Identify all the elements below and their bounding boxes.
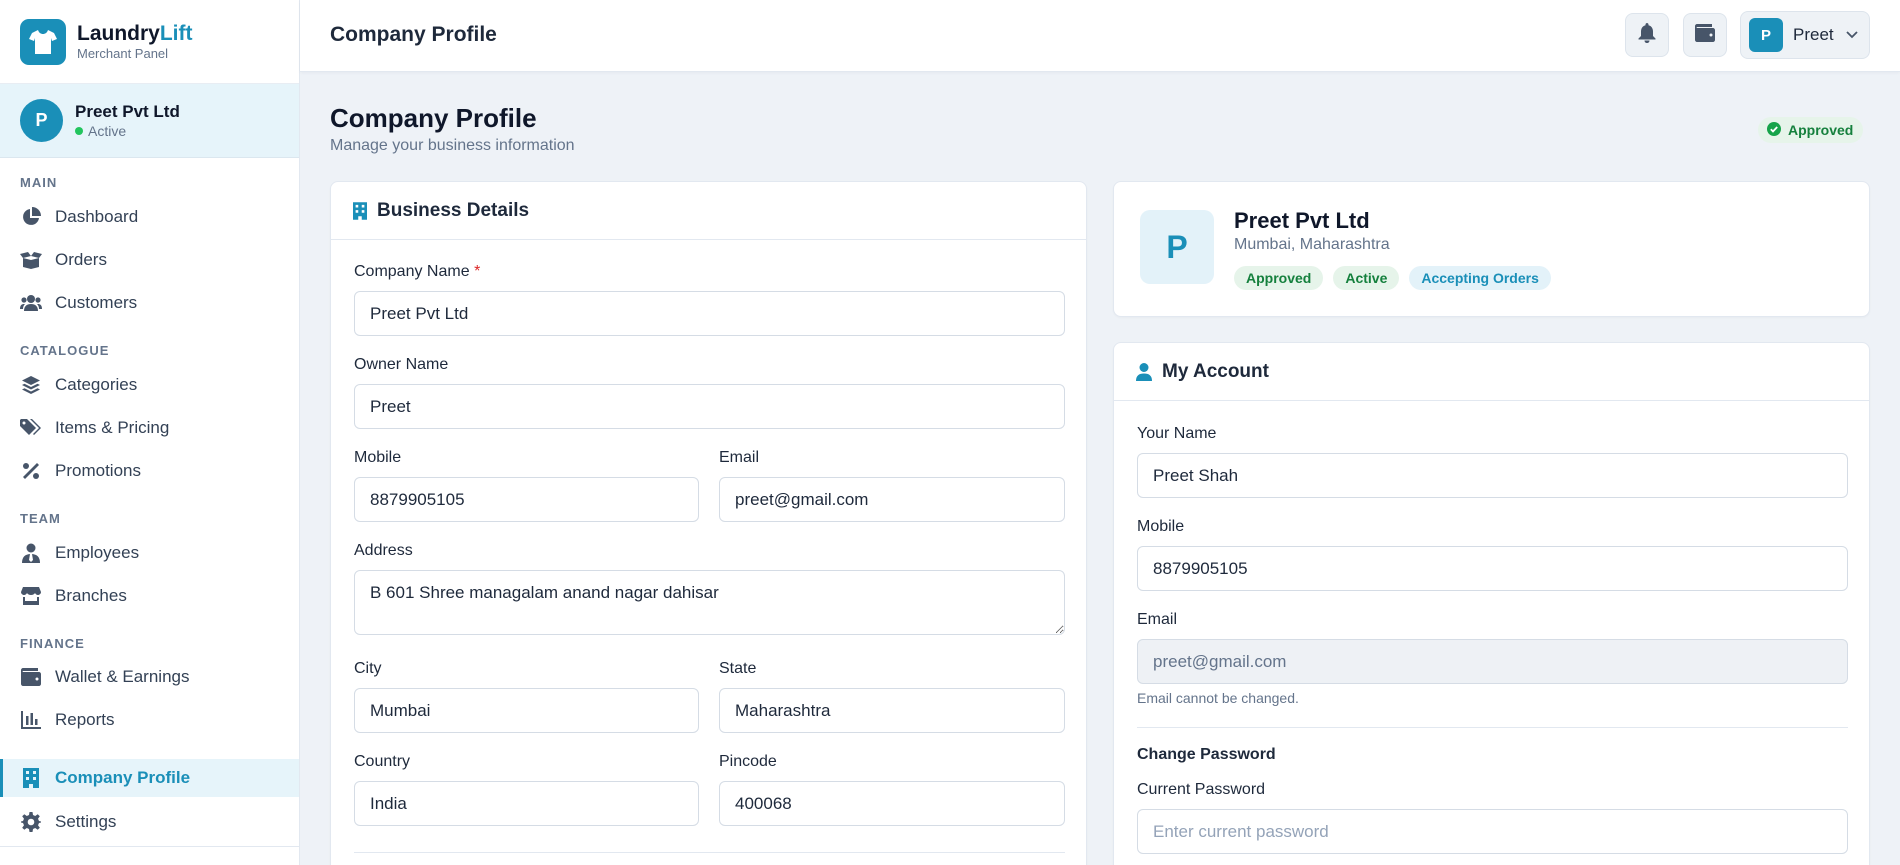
nav-section-finance: FINANCE — [20, 636, 85, 651]
company-logo-avatar: P — [1140, 210, 1214, 284]
status-dot — [75, 126, 83, 135]
company-name-label: Company Name * — [354, 263, 481, 280]
country-label: Country — [354, 753, 411, 770]
accepting-orders-badge: Accepting Orders — [1409, 266, 1551, 290]
brand[interactable]: LaundryLift Merchant Panel — [0, 0, 299, 84]
company-status: Active — [75, 122, 180, 140]
sidebar-item-items-pricing[interactable]: Items & Pricing — [0, 409, 299, 447]
profile-company-name: Preet Pvt Ltd — [1234, 208, 1370, 233]
approved-badge: Approved — [1234, 266, 1324, 290]
page-title: Company Profile — [330, 103, 537, 133]
my-account-card: My Account Your Name Mobile Email Email … — [1113, 342, 1870, 865]
sidebar-item-employees[interactable]: Employees — [0, 534, 299, 572]
bell-icon — [1638, 22, 1656, 48]
sidebar-item-settings[interactable]: Settings — [0, 803, 299, 841]
notifications-button[interactable] — [1625, 13, 1669, 57]
company-name-input[interactable] — [354, 291, 1065, 336]
country-input[interactable] — [354, 781, 699, 826]
profile-badges: Approved Active Accepting Orders — [1234, 266, 1551, 290]
brand-subtitle: Merchant Panel — [77, 46, 169, 61]
email-label: Email — [719, 449, 760, 466]
layers-icon — [20, 374, 42, 396]
user-name: Preet — [1793, 25, 1834, 44]
state-label: State — [719, 660, 757, 677]
user-tie-icon — [20, 542, 42, 564]
pie-chart-icon — [20, 206, 42, 228]
gear-icon — [20, 811, 42, 833]
owner-name-label: Owner Name — [354, 356, 449, 373]
email-input[interactable] — [719, 477, 1065, 522]
store-icon — [20, 585, 42, 607]
active-badge: Active — [1333, 266, 1400, 290]
users-icon — [20, 292, 42, 314]
account-mobile-label: Mobile — [1137, 518, 1185, 535]
wallet-icon — [1695, 23, 1715, 47]
profile-location: Mumbai, Maharashtra — [1234, 236, 1390, 253]
sidebar-item-company-profile[interactable]: Company Profile — [0, 759, 299, 797]
brand-name: LaundryLift — [77, 22, 193, 45]
check-circle-icon — [1767, 121, 1781, 139]
your-name-label: Your Name — [1137, 425, 1217, 442]
profile-summary-card: P Preet Pvt Ltd Mumbai, Maharashtra Appr… — [1113, 181, 1870, 317]
business-details-heading: Business Details — [331, 182, 1086, 240]
building-icon — [353, 201, 367, 220]
current-password-label: Current Password — [1137, 781, 1266, 798]
sidebar-item-orders[interactable]: Orders — [0, 241, 299, 279]
account-divider — [1137, 727, 1848, 728]
sidebar-item-dashboard[interactable]: Dashboard — [0, 198, 299, 236]
status-badge: Approved — [1758, 117, 1864, 143]
city-label: City — [354, 660, 382, 677]
my-account-heading: My Account — [1114, 343, 1869, 401]
wallet-button[interactable] — [1683, 13, 1727, 57]
city-input[interactable] — [354, 688, 699, 733]
mobile-label: Mobile — [354, 449, 402, 466]
sidebar-item-customers[interactable]: Customers — [0, 284, 299, 322]
account-mobile-input[interactable] — [1137, 546, 1848, 591]
company-switcher[interactable]: P Preet Pvt Ltd Active — [0, 84, 299, 158]
your-name-input[interactable] — [1137, 453, 1848, 498]
state-input[interactable] — [719, 688, 1065, 733]
page-subtitle: Manage your business information — [330, 137, 575, 154]
wallet-icon — [20, 666, 42, 688]
user-menu-button[interactable]: P Preet — [1740, 11, 1870, 59]
chevron-down-icon — [1846, 26, 1858, 44]
header-title: Company Profile — [330, 23, 497, 46]
mobile-input[interactable] — [354, 477, 699, 522]
business-details-card: Business Details Company Name * Owner Na… — [330, 181, 1087, 865]
user-icon — [1136, 362, 1152, 381]
sidebar-divider — [0, 846, 299, 847]
percent-icon — [20, 460, 42, 482]
owner-name-input[interactable] — [354, 384, 1065, 429]
nav-section-team: TEAM — [20, 511, 61, 526]
account-email-input — [1137, 639, 1848, 684]
sidebar-item-wallet[interactable]: Wallet & Earnings — [0, 658, 299, 696]
sidebar-item-categories[interactable]: Categories — [0, 366, 299, 404]
sidebar-item-reports[interactable]: Reports — [0, 701, 299, 739]
sidebar-item-branches[interactable]: Branches — [0, 577, 299, 615]
sidebar-item-promotions[interactable]: Promotions — [0, 452, 299, 490]
pincode-label: Pincode — [719, 753, 777, 770]
address-textarea[interactable]: B 601 Shree managalam anand nagar dahisa… — [354, 570, 1065, 635]
nav-section-main: MAIN — [20, 175, 58, 190]
change-password-heading: Change Password — [1137, 746, 1276, 763]
tags-icon — [20, 417, 42, 439]
pincode-input[interactable] — [719, 781, 1065, 826]
account-email-label: Email — [1137, 611, 1178, 628]
sidebar: LaundryLift Merchant Panel P Preet Pvt L… — [0, 0, 300, 865]
building-icon — [20, 767, 42, 789]
user-avatar: P — [1749, 18, 1783, 52]
email-hint: Email cannot be changed. — [1137, 690, 1299, 706]
tshirt-icon — [20, 18, 66, 65]
form-divider — [354, 852, 1065, 853]
required-mark: * — [474, 263, 481, 280]
company-avatar: P — [20, 99, 63, 142]
top-bar: Company Profile P Preet — [300, 0, 1900, 72]
box-open-icon — [20, 249, 42, 271]
current-password-input[interactable] — [1137, 809, 1848, 854]
address-label: Address — [354, 542, 413, 559]
company-name: Preet Pvt Ltd — [75, 101, 180, 121]
bar-chart-icon — [20, 709, 42, 731]
nav-section-catalogue: CATALOGUE — [20, 343, 110, 358]
